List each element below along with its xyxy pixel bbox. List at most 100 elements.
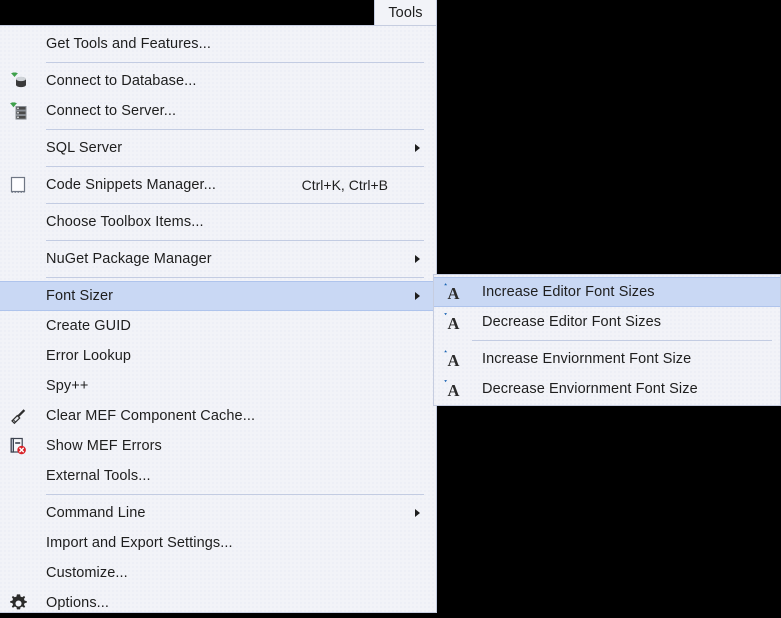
menu-item-icon-slot bbox=[0, 311, 36, 341]
menu-item-icon-slot: A bbox=[434, 307, 470, 337]
menu-item-icon-slot: A bbox=[434, 277, 470, 307]
menu-item-icon-slot bbox=[0, 588, 36, 618]
menu-item-code-snippets-manager[interactable]: Code Snippets Manager... Ctrl+K, Ctrl+B bbox=[0, 170, 436, 200]
submenu-item-increase-enviornment-font-size[interactable]: A Increase Enviornment Font Size bbox=[434, 344, 780, 374]
menu-item-label: Create GUID bbox=[46, 318, 131, 334]
chevron-right-icon bbox=[406, 292, 436, 300]
menu-item-icon-slot bbox=[0, 29, 36, 59]
menu-item-icon-slot bbox=[0, 96, 36, 126]
menu-item-label: External Tools... bbox=[46, 468, 151, 484]
tools-dropdown-menu: Get Tools and Features... Connect to Dat… bbox=[0, 25, 437, 613]
menu-item-icon-slot bbox=[0, 558, 36, 588]
chevron-right-icon bbox=[406, 144, 436, 152]
menu-item-label: Choose Toolbox Items... bbox=[46, 214, 204, 230]
menu-item-icon-slot bbox=[0, 371, 36, 401]
submenu-item-decrease-editor-font-sizes[interactable]: A Decrease Editor Font Sizes bbox=[434, 307, 780, 337]
chevron-right-glyph bbox=[414, 144, 420, 152]
menu-item-nuget-package-manager[interactable]: NuGet Package Manager bbox=[0, 244, 436, 274]
menu-item-icon-slot bbox=[0, 66, 36, 96]
menu-item-icon-slot bbox=[0, 528, 36, 558]
menu-separator bbox=[46, 203, 424, 204]
menu-item-connect-to-server[interactable]: Connect to Server... bbox=[0, 96, 436, 126]
font-decrease-icon: A bbox=[441, 312, 463, 332]
font-increase-icon: A bbox=[441, 349, 463, 369]
code-snippets-icon bbox=[8, 175, 28, 195]
font-increase-icon: A bbox=[441, 282, 463, 302]
menu-item-error-lookup[interactable]: Error Lookup bbox=[0, 341, 436, 371]
menu-item-icon-slot bbox=[0, 244, 36, 274]
submenu-item-decrease-enviornment-font-size[interactable]: A Decrease Enviornment Font Size bbox=[434, 374, 780, 404]
chevron-right-glyph bbox=[414, 255, 420, 263]
gear-icon bbox=[8, 593, 29, 614]
menu-item-label: Decrease Editor Font Sizes bbox=[482, 314, 662, 330]
menu-item-label: SQL Server bbox=[46, 140, 123, 156]
menu-item-shortcut: Ctrl+K, Ctrl+B bbox=[301, 177, 388, 193]
menu-item-icon-slot: A bbox=[434, 344, 470, 374]
menu-item-clear-mef-component-cache[interactable]: Clear MEF Component Cache... bbox=[0, 401, 436, 431]
menu-separator bbox=[46, 494, 424, 495]
chevron-right-icon bbox=[406, 509, 436, 517]
menu-item-label: Error Lookup bbox=[46, 348, 132, 364]
menu-separator bbox=[46, 129, 424, 130]
menu-item-label: Import and Export Settings... bbox=[46, 535, 233, 551]
menu-item-options[interactable]: Options... bbox=[0, 588, 436, 618]
svg-text:A: A bbox=[448, 284, 460, 302]
chevron-right-glyph bbox=[414, 509, 420, 517]
menu-item-label: Command Line bbox=[46, 505, 146, 521]
document-error-icon bbox=[8, 436, 28, 456]
menu-separator bbox=[46, 166, 424, 167]
menu-item-label: Options... bbox=[46, 595, 110, 611]
menubar-item-tools-label: Tools bbox=[388, 4, 423, 21]
menu-item-customize[interactable]: Customize... bbox=[0, 558, 436, 588]
menu-item-label: Font Sizer bbox=[46, 288, 114, 304]
menu-item-icon-slot bbox=[0, 170, 36, 200]
menu-item-connect-to-database[interactable]: Connect to Database... bbox=[0, 66, 436, 96]
menu-item-label: Customize... bbox=[46, 565, 128, 581]
menu-item-spy[interactable]: Spy++ bbox=[0, 371, 436, 401]
chevron-right-glyph bbox=[414, 292, 420, 300]
menu-item-icon-slot bbox=[0, 401, 36, 431]
menu-item-icon-slot bbox=[0, 133, 36, 163]
server-icon bbox=[8, 101, 28, 121]
menu-item-command-line[interactable]: Command Line bbox=[0, 498, 436, 528]
menu-item-icon-slot: A bbox=[434, 374, 470, 404]
chevron-right-icon bbox=[406, 255, 436, 263]
menu-item-icon-slot bbox=[0, 498, 36, 528]
menu-item-label: Show MEF Errors bbox=[46, 438, 162, 454]
menu-item-icon-slot bbox=[0, 207, 36, 237]
menu-item-label: Decrease Enviornment Font Size bbox=[482, 381, 698, 397]
menu-item-external-tools[interactable]: External Tools... bbox=[0, 461, 436, 491]
svg-text:A: A bbox=[448, 351, 460, 369]
menu-item-label: Get Tools and Features... bbox=[46, 36, 212, 52]
menu-item-label: Connect to Database... bbox=[46, 73, 197, 89]
menubar-item-tools[interactable]: Tools bbox=[374, 0, 437, 25]
menu-item-label: Connect to Server... bbox=[46, 103, 177, 119]
menu-item-label: Increase Enviornment Font Size bbox=[482, 351, 692, 367]
menu-item-import-and-export-settings[interactable]: Import and Export Settings... bbox=[0, 528, 436, 558]
menu-item-choose-toolbox-items[interactable]: Choose Toolbox Items... bbox=[0, 207, 436, 237]
menu-separator bbox=[46, 62, 424, 63]
menu-item-get-tools-and-features[interactable]: Get Tools and Features... bbox=[0, 29, 436, 59]
menu-separator bbox=[472, 340, 772, 341]
menu-item-label: Code Snippets Manager... bbox=[46, 177, 217, 193]
menu-item-icon-slot bbox=[0, 281, 36, 311]
broom-icon bbox=[8, 406, 28, 426]
menu-item-sql-server[interactable]: SQL Server bbox=[0, 133, 436, 163]
database-icon bbox=[8, 71, 28, 91]
submenu-item-increase-editor-font-sizes[interactable]: A Increase Editor Font Sizes bbox=[434, 277, 780, 307]
menu-separator bbox=[46, 240, 424, 241]
menu-item-label: NuGet Package Manager bbox=[46, 251, 212, 267]
menu-item-icon-slot bbox=[0, 431, 36, 461]
menu-item-icon-slot bbox=[0, 341, 36, 371]
font-sizer-submenu: A Increase Editor Font Sizes A Decrease … bbox=[433, 274, 781, 406]
menu-item-show-mef-errors[interactable]: Show MEF Errors bbox=[0, 431, 436, 461]
font-decrease-icon: A bbox=[441, 379, 463, 399]
menu-item-label: Increase Editor Font Sizes bbox=[482, 284, 655, 300]
menu-separator bbox=[46, 277, 424, 278]
menu-item-create-guid[interactable]: Create GUID bbox=[0, 311, 436, 341]
menu-item-font-sizer[interactable]: Font Sizer bbox=[0, 281, 436, 311]
svg-text:A: A bbox=[448, 381, 460, 399]
menu-item-icon-slot bbox=[0, 461, 36, 491]
svg-text:A: A bbox=[448, 314, 460, 332]
menu-item-label: Clear MEF Component Cache... bbox=[46, 408, 256, 424]
